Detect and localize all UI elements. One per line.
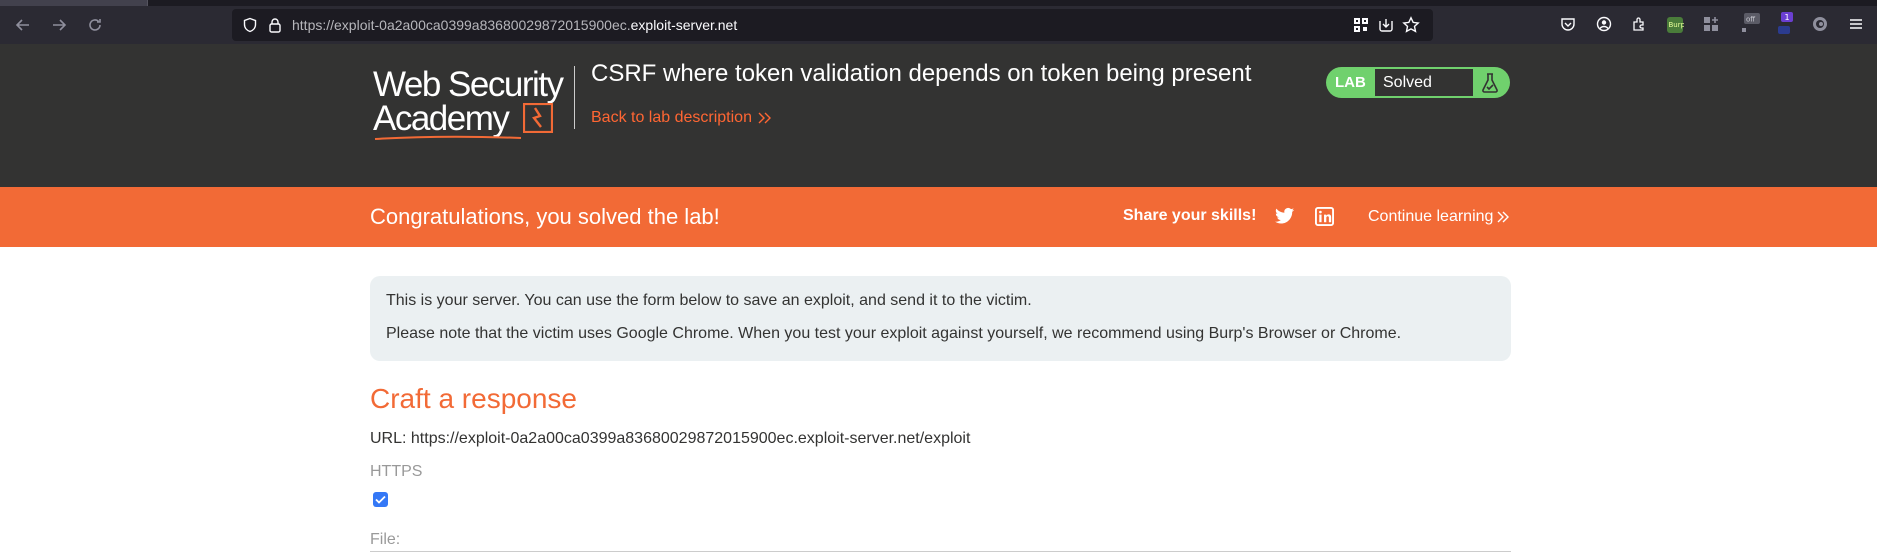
logo-text-line2: Academy [373,99,510,138]
file-input[interactable] [370,551,1511,556]
bookmark-star-icon[interactable] [1402,16,1420,39]
lab-badge: LAB [1335,74,1366,91]
forward-arrow-icon[interactable] [48,14,70,36]
back-link-label: Back to lab description [591,109,752,126]
qr-code-icon[interactable] [1353,17,1369,38]
file-label: File: [370,531,401,548]
https-checkbox[interactable] [373,492,388,507]
grid-addon-icon[interactable] [1703,16,1721,34]
congratulations-message: Congratulations, you solved the lab! [370,204,720,229]
reload-icon[interactable] [84,14,106,36]
exploit-url: URL: https://exploit-0a2a00ca0399a836800… [370,430,971,447]
extensions-icon[interactable] [1631,16,1649,34]
double-chevron-right-icon [1497,211,1510,223]
lab-header: Web Security Academy CSRF where token va… [0,44,1877,187]
twitter-icon[interactable] [1275,207,1295,225]
double-chevron-right-icon [758,112,771,124]
svg-text:off: off [1746,16,1755,24]
lightning-logo-icon [523,103,553,133]
status-box: Solved [1375,69,1473,96]
burp-extension-icon[interactable]: Burp [1666,16,1686,34]
header-divider [574,66,575,129]
hamburger-menu-icon[interactable] [1848,16,1866,34]
server-info-line-1: This is your server. You can use the for… [386,292,1032,309]
lab-title: CSRF where token validation depends on t… [591,60,1252,87]
save-to-pocket-icon[interactable] [1378,17,1394,38]
address-bar[interactable]: https://exploit-0a2a00ca0399a83680029872… [232,9,1433,41]
web-security-academy-logo[interactable]: Web Security Academy [373,65,573,141]
logo-underline [374,135,522,140]
linkedin-icon[interactable] [1315,207,1334,226]
back-to-lab-description-link[interactable]: Back to lab description [591,109,772,127]
https-label: HTTPS [370,463,423,480]
back-arrow-icon[interactable] [12,14,34,36]
circle-addon-icon[interactable] [1812,16,1830,34]
congratulations-banner: Congratulations, you solved the lab! Sha… [0,187,1877,247]
craft-response-heading: Craft a response [370,383,577,414]
notification-addon-icon[interactable]: 1 [1778,10,1796,34]
lock-icon[interactable] [268,17,282,38]
lab-status-value: Solved [1383,74,1432,91]
flask-icon [1482,73,1498,93]
pocket-icon[interactable] [1560,16,1578,34]
server-info-line-2: Please note that the victim uses Google … [386,325,1402,342]
svg-text:Burp: Burp [1669,21,1685,29]
account-icon[interactable] [1596,16,1614,34]
continue-learning-label: Continue learning [1368,208,1494,225]
share-skills-label: Share your skills! [1123,207,1257,224]
svg-text:1: 1 [1785,13,1790,22]
checkmark-icon [375,495,386,504]
shield-icon[interactable] [242,17,258,38]
server-info-box: This is your server. You can use the for… [370,276,1511,361]
browser-toolbar: https://exploit-0a2a00ca0399a83680029872… [0,6,1877,44]
url-text[interactable]: https://exploit-0a2a00ca0399a83680029872… [292,17,737,33]
lab-status-widget: LAB Solved [1326,67,1510,98]
off-addon-icon[interactable]: off [1742,10,1760,32]
continue-learning-link[interactable]: Continue learning [1368,208,1510,226]
